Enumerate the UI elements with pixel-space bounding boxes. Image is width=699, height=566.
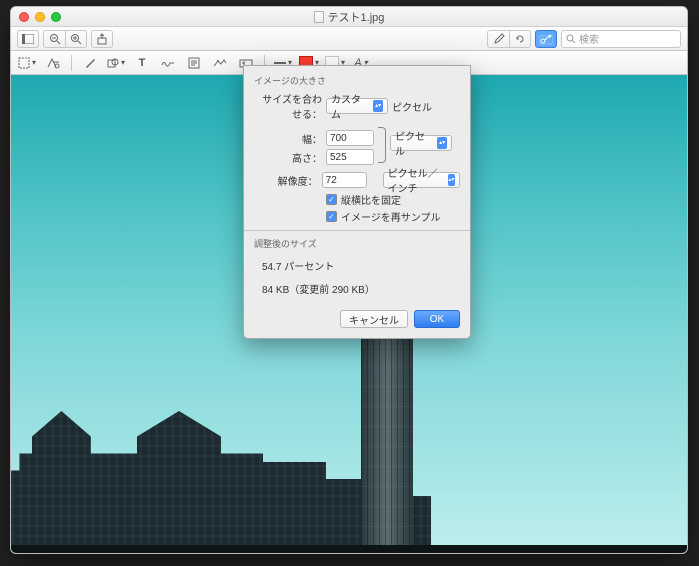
document-icon [314,11,324,23]
resolution-label: 解像度： [254,173,318,188]
resize-dialog: イメージの大きさ サイズを合わせる： カスタム ▴▾ ピクセル 幅： 700 高… [243,65,471,339]
fit-select[interactable]: カスタム ▴▾ [326,98,388,114]
resolution-unit-value: ピクセル／インチ [388,165,445,195]
share-button[interactable] [91,30,113,48]
resolution-unit-select[interactable]: ピクセル／インチ ▴▾ [383,172,460,188]
rotate-button[interactable] [509,30,531,48]
zoom-out-button[interactable] [43,30,65,48]
titlebar: テスト1.jpg [11,7,687,27]
height-label: 高さ： [254,150,322,165]
sign-tool[interactable] [158,54,178,72]
window-title: テスト1.jpg [11,9,687,25]
search-placeholder: 検索 [579,31,599,46]
width-label: 幅： [254,131,322,146]
checkbox-checked-icon: ✓ [326,211,337,222]
resolution-input[interactable]: 72 [322,172,367,188]
result-filesize: 84 KB（変更前 290 KB） [254,275,460,298]
result-percent: 54.7 パーセント [254,254,460,275]
height-input[interactable]: 525 [326,149,374,165]
checkbox-checked-icon: ✓ [326,194,337,205]
sketch-tool[interactable] [80,54,100,72]
close-button[interactable] [19,12,29,22]
chevron-down-icon: ▾ [121,58,125,67]
fit-unit-label: ピクセル [392,99,432,114]
resample-label: イメージを再サンプル [341,209,441,224]
traffic-lights [19,12,61,22]
result-section-label: 調整後のサイズ [254,237,460,250]
window-title-text: テスト1.jpg [328,9,385,25]
resample-checkbox[interactable]: ✓ イメージを再サンプル [326,209,460,224]
lock-bracket-icon [378,127,386,163]
minimize-button[interactable] [35,12,45,22]
text-tool[interactable]: T [132,54,152,72]
markup-button[interactable] [535,30,557,48]
ok-button[interactable]: OK [414,310,460,328]
main-toolbar: 検索 [11,27,687,51]
cancel-button[interactable]: キャンセル [340,310,408,328]
select-arrows-icon: ▴▾ [437,137,447,149]
fit-label: サイズを合わせる： [254,91,322,121]
dimension-unit-select[interactable]: ピクセル ▴▾ [390,135,452,151]
search-icon [566,34,576,44]
dimension-unit-value: ピクセル [395,128,434,158]
lock-ratio-label: 縦横比を固定 [341,192,401,207]
width-input[interactable]: 700 [326,130,374,146]
select-arrows-icon: ▴▾ [448,174,455,186]
separator [71,55,72,71]
zoom-in-button[interactable] [65,30,87,48]
app-window: テスト1.jpg [10,6,688,554]
dialog-section-label: イメージの大きさ [254,74,460,87]
chevron-down-icon: ▾ [32,58,36,67]
edit-button[interactable] [487,30,509,48]
adjust-color-tool[interactable] [210,54,230,72]
view-toggle-button[interactable] [17,30,39,48]
shapes-tool[interactable]: ▾ [106,54,126,72]
note-tool[interactable] [184,54,204,72]
maximize-button[interactable] [51,12,61,22]
search-field[interactable]: 検索 [561,30,681,48]
fit-select-value: カスタム [331,91,370,121]
select-arrows-icon: ▴▾ [373,100,383,112]
selection-tool[interactable]: ▾ [17,54,37,72]
instant-alpha-tool[interactable] [43,54,63,72]
